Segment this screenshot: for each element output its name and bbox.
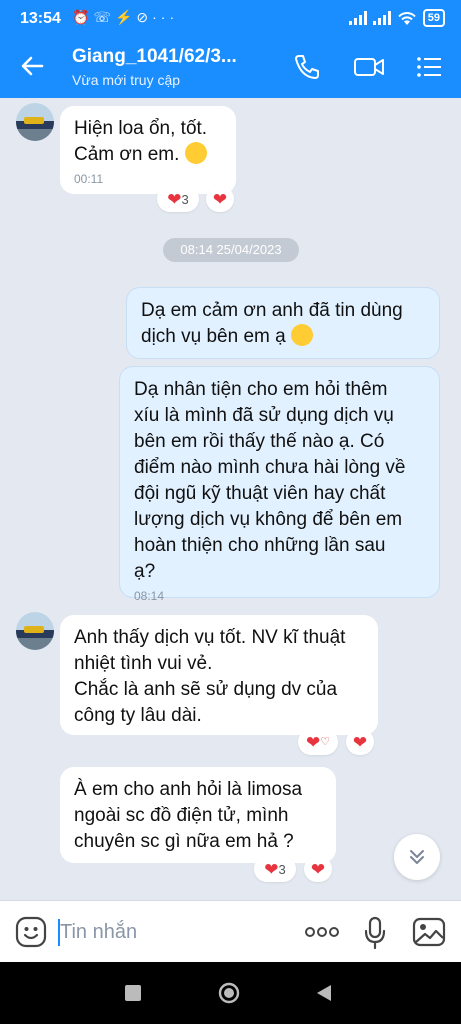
- message-bubble-sent[interactable]: Dạ em cảm ơn anh đã tin dùng dịch vụ bên…: [126, 287, 440, 359]
- reaction-count: 3: [278, 861, 286, 877]
- message-line: chuyên sc gì nữa em hả ?: [74, 831, 294, 852]
- message-line: xíu là mình đã sử dụng dịch vụ: [134, 405, 394, 426]
- smiling-emoji-icon: [184, 142, 207, 164]
- status-notification-icons: ⏰☏⚡⊘···: [72, 9, 178, 26]
- react-button[interactable]: ❤: [206, 186, 234, 212]
- message-line: À em cho anh hỏi là limosa: [74, 779, 303, 800]
- double-chevron-down-icon: [410, 850, 424, 864]
- recent-apps-icon[interactable]: [124, 984, 142, 1002]
- message-line: nhiệt tình vui vẻ.: [74, 653, 213, 674]
- status-system-icons: 59: [348, 9, 445, 27]
- message-line: lượng dịch vụ không để bên em: [134, 509, 403, 530]
- message-line: điểm nào mình chưa hài lòng về: [134, 457, 406, 478]
- heart-icon: ❤: [264, 859, 279, 879]
- messenger-icon: ⚡: [114, 9, 137, 25]
- message-bubble-sent[interactable]: Dạ nhân tiện cho em hỏi thêm xíu là mình…: [119, 366, 440, 603]
- alarm-icon: ⏰: [72, 9, 94, 25]
- status-bar: 13:54 ⏰☏⚡⊘··· 59: [0, 0, 461, 38]
- system-nav-bar: [0, 962, 461, 1024]
- grinning-emoji-icon: [290, 324, 313, 346]
- home-icon[interactable]: [218, 982, 240, 1004]
- message-input[interactable]: Tin nhắn: [60, 921, 137, 944]
- more-options-icon[interactable]: [304, 925, 340, 939]
- message-bubble-received[interactable]: Anh thấy dịch vụ tốt. NV kĩ thuật nhiệt …: [60, 615, 378, 735]
- heart-icon: ❤: [352, 732, 368, 752]
- more-dots: ···: [152, 9, 179, 25]
- reaction-count: 3: [181, 191, 189, 207]
- microphone-icon[interactable]: [362, 915, 388, 951]
- chat-header: Giang_1041/62/3... Vừa mới truy cập: [0, 38, 461, 98]
- message-line: Chắc là anh sẽ sử dụng dv của: [74, 679, 338, 700]
- sticker-icon[interactable]: [14, 915, 48, 949]
- react-button[interactable]: ❤: [346, 729, 374, 755]
- message-text: Dạ em cảm ơn anh đã tin dùng: [141, 300, 403, 321]
- contact-name[interactable]: Giang_1041/62/3...: [72, 46, 237, 68]
- message-line: ngoài sc đồ điện tử, mình: [74, 805, 289, 826]
- message-line: ạ?: [134, 561, 156, 582]
- message-time: 08:14: [134, 589, 165, 603]
- message-line: Dạ nhân tiện cho em hỏi thêm: [134, 379, 388, 400]
- back-arrow-icon[interactable]: [16, 50, 48, 82]
- wifi-icon: [398, 11, 416, 25]
- message-line: công ty lâu dài.: [74, 705, 202, 726]
- signal-icon: [348, 11, 367, 25]
- react-button[interactable]: ❤ ♡: [298, 729, 338, 755]
- heart-icon: ❤: [167, 189, 182, 209]
- contact-status: Vừa mới truy cập: [72, 72, 181, 88]
- battery-icon: 59: [422, 9, 445, 27]
- missed-call-icon: ☏: [93, 9, 115, 25]
- avatar[interactable]: [16, 612, 54, 650]
- message-text-line2: dịch vụ bên em ạ: [141, 324, 425, 350]
- message-text: Hiện loa ổn, tốt.: [74, 118, 208, 139]
- reaction-summary[interactable]: ❤ 3: [157, 186, 199, 212]
- phone-icon[interactable]: [290, 50, 324, 84]
- message-line: Anh thấy dịch vụ tốt. NV kĩ thuật: [74, 627, 346, 648]
- heart-icon: ❤: [310, 859, 326, 879]
- message-line: bên em rồi thấy thế nào ạ. Có: [134, 431, 385, 452]
- message-bubble-received[interactable]: À em cho anh hỏi là limosa ngoài sc đồ đ…: [60, 767, 336, 863]
- clock-app-icon: ⊘: [136, 9, 153, 25]
- status-time: 13:54: [20, 10, 61, 27]
- heart-outline-icon: ♡: [320, 735, 331, 748]
- signal-icon-2: [372, 11, 391, 25]
- back-icon[interactable]: [316, 984, 332, 1002]
- message-line: hoàn thiện cho những lần sau: [134, 535, 386, 556]
- image-gallery-icon[interactable]: [412, 916, 446, 948]
- scroll-to-bottom-button[interactable]: [394, 834, 440, 880]
- avatar[interactable]: [16, 103, 54, 141]
- message-line: đội ngũ kỹ thuật viên hay chất: [134, 483, 386, 504]
- heart-icon: ❤: [212, 189, 228, 209]
- message-time: 00:11: [74, 172, 104, 186]
- video-call-icon[interactable]: [352, 50, 386, 84]
- reaction-summary[interactable]: ❤ 3: [254, 856, 296, 882]
- message-input-bar: Tin nhắn: [0, 900, 461, 963]
- heart-icon: ❤: [305, 732, 321, 752]
- menu-list-icon[interactable]: [412, 50, 446, 84]
- date-divider: 08:14 25/04/2023: [163, 238, 299, 262]
- react-button[interactable]: ❤: [304, 856, 332, 882]
- message-text-line2: Cảm ơn em.: [74, 142, 222, 168]
- message-bubble-received[interactable]: Hiện loa ổn, tốt. Cảm ơn em. 00:11: [60, 106, 236, 194]
